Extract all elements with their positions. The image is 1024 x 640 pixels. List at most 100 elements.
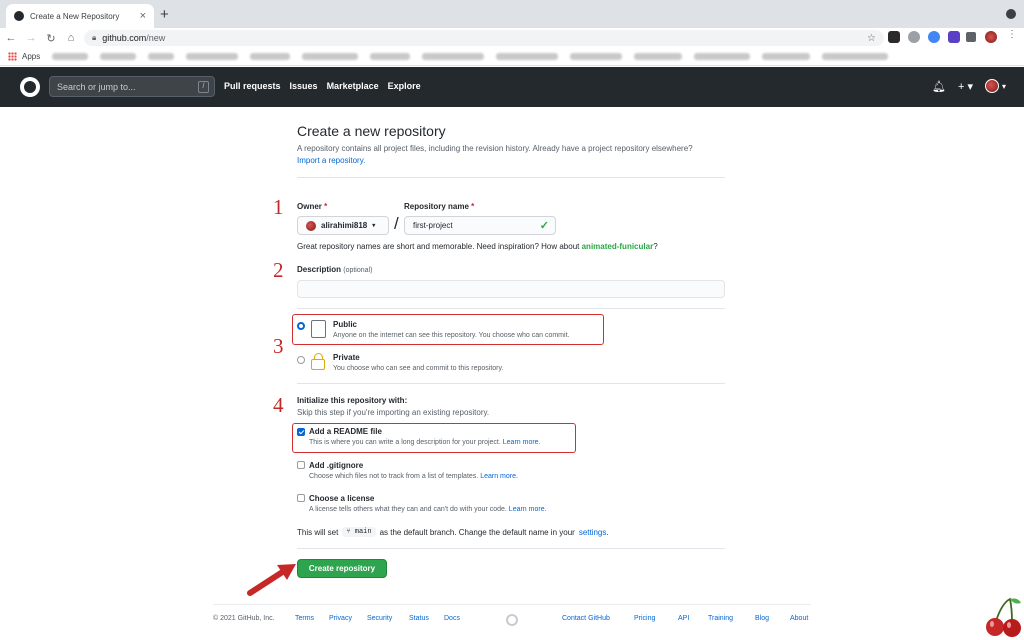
name-suggestion-link[interactable]: animated-funicular <box>582 242 654 251</box>
blurred-bookmark[interactable] <box>250 53 291 60</box>
subtitle-text: A repository contains all project files,… <box>297 144 693 153</box>
private-title: Private <box>333 353 360 362</box>
public-radio[interactable] <box>297 322 305 330</box>
avatar <box>984 79 999 93</box>
nav-issues[interactable]: Issues <box>290 81 318 91</box>
address-bar[interactable]: 🔒︎ github.com/new ☆ <box>84 30 884 46</box>
close-tab-icon[interactable]: × <box>140 10 146 22</box>
blurred-bookmark[interactable] <box>694 53 751 60</box>
init-desc: Skip this step if you're importing an ex… <box>297 408 490 417</box>
search-input[interactable]: Search or jump to... / <box>49 76 215 97</box>
owner-label: Owner * <box>297 202 328 211</box>
github-logo-icon[interactable] <box>20 77 40 97</box>
blurred-bookmark[interactable] <box>496 53 559 60</box>
profile-avatar[interactable] <box>985 31 997 43</box>
browser-tab[interactable]: Create a New Repository × <box>6 4 154 28</box>
github-footer-logo-icon[interactable] <box>506 614 518 626</box>
new-tab-icon[interactable]: + <box>160 6 169 23</box>
blurred-bookmark[interactable] <box>570 53 623 60</box>
gitignore-checkbox[interactable] <box>297 461 305 469</box>
github-header: Search or jump to... / Pull requests Iss… <box>0 67 1024 107</box>
footer-copyright: © 2021 GitHub, Inc. <box>213 615 275 622</box>
description-input[interactable] <box>297 280 725 298</box>
page-title: Create a new repository <box>297 123 446 139</box>
user-menu[interactable]: ▾ <box>984 79 1006 93</box>
browser-menu-icon[interactable]: ⋮ <box>1007 29 1019 41</box>
private-radio[interactable] <box>297 356 305 364</box>
branch-chip: ⑂ main <box>342 527 376 537</box>
extension-icon[interactable] <box>948 31 960 43</box>
annotation-marker-1: 1 <box>273 195 284 219</box>
footer-link-security[interactable]: Security <box>367 615 392 622</box>
nav-marketplace[interactable]: Marketplace <box>327 81 379 91</box>
notifications-bell-icon[interactable]: 🔔︎ <box>932 80 946 93</box>
footer-link-docs[interactable]: Docs <box>444 615 460 622</box>
footer-link-blog[interactable]: Blog <box>755 615 769 622</box>
apps-grid-icon[interactable] <box>8 52 17 61</box>
extension-icon[interactable] <box>908 31 920 43</box>
extension-icon[interactable] <box>888 31 900 43</box>
public-title: Public <box>333 320 358 329</box>
owner-value: alirahimi818 <box>321 221 368 230</box>
lock-icon: 🔒︎ <box>92 33 97 42</box>
blurred-bookmark[interactable] <box>634 53 683 60</box>
footer-link-about[interactable]: About <box>790 615 808 622</box>
owner-dropdown[interactable]: alirahimi818 ▾ <box>297 216 389 235</box>
blurred-bookmark[interactable] <box>52 53 89 60</box>
forward-icon[interactable]: → <box>22 32 40 44</box>
back-icon[interactable]: ← <box>2 32 20 44</box>
footer-link-api[interactable]: API <box>678 615 689 622</box>
blurred-bookmark[interactable] <box>822 53 889 60</box>
lock-icon <box>311 353 325 370</box>
footer-link-pricing[interactable]: Pricing <box>634 615 655 622</box>
readme-checkbox[interactable] <box>297 428 305 436</box>
blurred-bookmark[interactable] <box>148 53 175 60</box>
branch-icon: ⑂ <box>346 528 351 536</box>
extension-icon[interactable] <box>928 31 940 43</box>
extensions-puzzle-icon[interactable] <box>966 32 976 42</box>
nav-pull-requests[interactable]: Pull requests <box>224 81 281 91</box>
home-icon[interactable]: ⌂ <box>62 32 80 44</box>
footer-link-status[interactable]: Status <box>409 615 429 622</box>
license-learn-more-link[interactable]: Learn more. <box>509 506 547 513</box>
readme-desc: This is where you can write a long descr… <box>309 439 541 446</box>
license-checkbox[interactable] <box>297 494 305 502</box>
nav-explore[interactable]: Explore <box>388 81 421 91</box>
blurred-bookmark[interactable] <box>100 53 137 60</box>
reload-icon[interactable]: ↻ <box>42 32 60 45</box>
search-shortcut-key: / <box>198 81 209 93</box>
settings-link[interactable]: settings <box>579 528 607 537</box>
valid-check-icon: ✓ <box>539 220 549 232</box>
readme-learn-more-link[interactable]: Learn more. <box>503 439 541 446</box>
blurred-bookmark[interactable] <box>302 53 359 60</box>
blurred-bookmark[interactable] <box>422 53 485 60</box>
bookmark-star-icon[interactable]: ☆ <box>867 33 876 44</box>
gitignore-desc: Choose which files not to track from a l… <box>309 473 518 480</box>
cherry-logo-icon <box>986 597 1021 637</box>
footer-link-terms[interactable]: Terms <box>295 615 314 622</box>
footer-link-training[interactable]: Training <box>708 615 733 622</box>
blurred-bookmark[interactable] <box>186 53 239 60</box>
default-branch-note: This will set ⑂ main as the default bran… <box>297 527 609 537</box>
import-repository-link[interactable]: Import a repository. <box>297 156 365 165</box>
annotation-marker-2: 2 <box>273 258 284 282</box>
create-repository-button[interactable]: Create repository <box>297 559 387 578</box>
divider <box>297 548 725 549</box>
footer-link-contact[interactable]: Contact GitHub <box>562 615 610 622</box>
blurred-bookmark[interactable] <box>762 53 811 60</box>
header-actions: 🔔︎ + ▾ ▾ <box>932 79 1006 93</box>
avatar <box>306 220 316 231</box>
page-subtitle: A repository contains all project files,… <box>297 143 707 167</box>
footer-divider <box>213 604 811 605</box>
footer-link-privacy[interactable]: Privacy <box>329 615 352 622</box>
create-new-dropdown[interactable]: + ▾ <box>958 80 973 93</box>
public-desc: Anyone on the internet can see this repo… <box>333 332 570 339</box>
annotation-marker-4: 4 <box>273 393 284 417</box>
repository-name-input[interactable]: first-project ✓ <box>404 216 556 235</box>
annotation-arrow-icon <box>247 564 296 596</box>
private-desc: You choose who can see and commit to thi… <box>333 365 504 372</box>
gitignore-learn-more-link[interactable]: Learn more. <box>480 473 518 480</box>
window-menu-icon[interactable] <box>1006 9 1016 19</box>
apps-bookmark[interactable]: Apps <box>22 52 40 61</box>
blurred-bookmark[interactable] <box>370 53 411 60</box>
